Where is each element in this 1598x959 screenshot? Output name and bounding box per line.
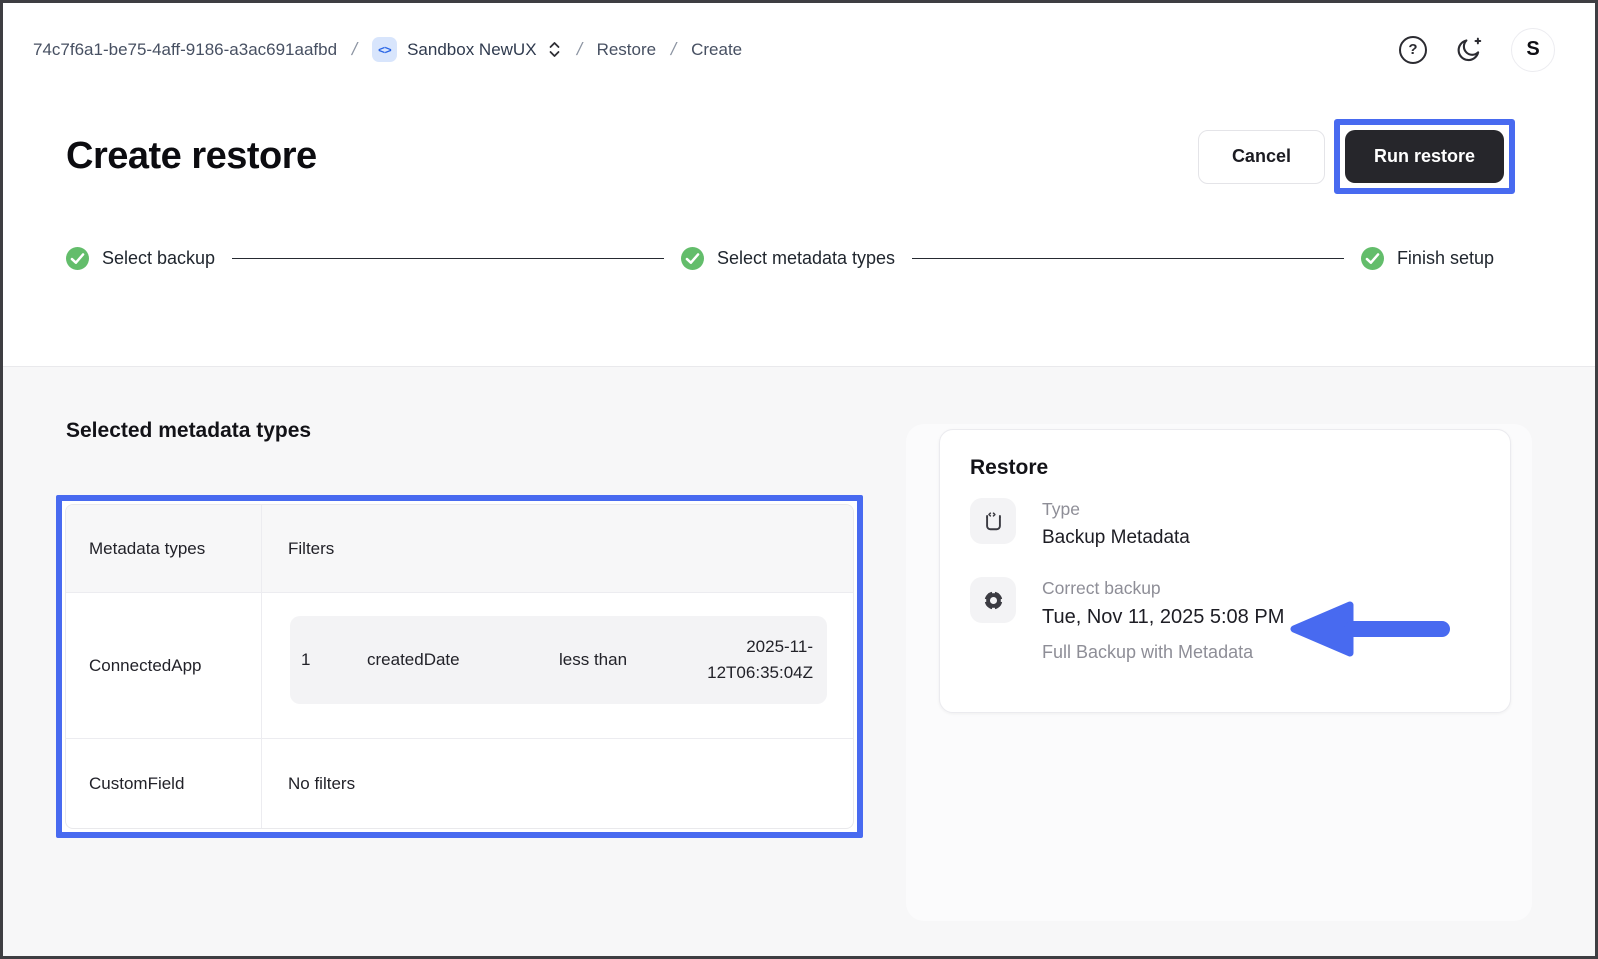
- annotation-arrow-icon: [1290, 601, 1450, 657]
- step-label: Select backup: [102, 248, 216, 268]
- check-circle-icon: [66, 247, 89, 270]
- topbar: 74c7f6a1-be75-4aff-9186-a3ac691aafbd / <…: [3, 3, 1595, 96]
- chevron-up-down-icon: [549, 42, 559, 57]
- table-header-row: Metadata types Filters: [66, 505, 853, 592]
- lifebuoy-icon: [970, 577, 1016, 623]
- stepper-connector: [912, 258, 1344, 259]
- environment-name: Sandbox NewUX: [407, 39, 537, 59]
- run-restore-highlight-box: Run restore: [1333, 119, 1515, 194]
- summary-item-text: Correct backup Tue, Nov 11, 2025 5:08 PM…: [1042, 577, 1284, 663]
- metadata-types-table: Metadata types Filters ConnectedApp 1 cr…: [65, 504, 854, 829]
- step-label: Select metadata types: [716, 248, 896, 268]
- table-row-connectedapp: ConnectedApp 1 createdDate less than 202…: [66, 592, 853, 738]
- column-header-metadata-types: Metadata types: [66, 505, 262, 592]
- check-circle-icon: [1360, 247, 1384, 270]
- filter-pill: 1 createdDate less than 2025-11-12T06:35…: [290, 616, 827, 704]
- main-content: Selected metadata types Metadata types F…: [3, 366, 1595, 956]
- summary-backup-value: Tue, Nov 11, 2025 5:08 PM: [1042, 606, 1285, 628]
- environment-selector[interactable]: <> Sandbox NewUX: [372, 37, 561, 62]
- metadata-type-cell: CustomField: [66, 739, 262, 828]
- summary-backup-label: Correct backup: [1042, 578, 1161, 598]
- breadcrumb-separator: /: [669, 39, 679, 59]
- filters-cell: 1 createdDate less than 2025-11-12T06:35…: [262, 593, 853, 738]
- metadata-box-icon: [970, 498, 1016, 544]
- filters-cell: No filters: [288, 773, 356, 793]
- wizard-stepper: Select backup Select metadata types Fini…: [66, 247, 1494, 270]
- step-select-metadata-types[interactable]: Select metadata types: [680, 247, 896, 270]
- dark-mode-toggle[interactable]: [1454, 35, 1484, 65]
- summary-item-text: Type Backup Metadata: [1042, 498, 1190, 549]
- table-row-customfield: CustomField No filters: [66, 738, 853, 828]
- breadcrumb-separator: /: [574, 39, 584, 59]
- restore-summary-card: Restore Type Backup Metadata Correct bac…: [939, 429, 1511, 713]
- step-select-backup[interactable]: Select backup: [66, 247, 215, 270]
- code-brackets-icon: <>: [372, 37, 398, 62]
- section-title: Selected metadata types: [66, 419, 312, 442]
- page-title: Create restore: [66, 135, 317, 177]
- filter-value: 2025-11-12T06:35:04Z: [707, 636, 813, 682]
- help-button[interactable]: ?: [1399, 35, 1427, 64]
- summary-item-type: Type Backup Metadata: [970, 498, 1480, 549]
- page-header: Create restore Cancel Run restore: [66, 119, 1515, 194]
- breadcrumb-restore[interactable]: Restore: [597, 40, 657, 60]
- topbar-actions: ? S: [1399, 27, 1555, 72]
- step-label: Finish setup: [1396, 248, 1494, 268]
- summary-backup-detail: Full Backup with Metadata: [1042, 642, 1254, 662]
- summary-card-title: Restore: [970, 456, 1049, 479]
- step-finish-setup[interactable]: Finish setup: [1360, 247, 1494, 270]
- filter-index: 1: [301, 650, 311, 669]
- column-header-filters: Filters: [288, 538, 335, 558]
- create-restore-page: 74c7f6a1-be75-4aff-9186-a3ac691aafbd / <…: [0, 0, 1598, 959]
- summary-type-label: Type: [1042, 499, 1080, 519]
- metadata-type-cell: ConnectedApp: [66, 593, 262, 738]
- header-actions: Cancel Run restore: [1197, 119, 1515, 194]
- filter-operator: less than: [559, 650, 628, 669]
- user-avatar[interactable]: S: [1511, 27, 1555, 72]
- help-icon: ?: [1399, 35, 1427, 64]
- moon-plus-icon: [1457, 37, 1482, 61]
- check-circle-icon: [680, 247, 704, 270]
- summary-type-value: Backup Metadata: [1042, 527, 1190, 548]
- metadata-table-highlight-box: Metadata types Filters ConnectedApp 1 cr…: [56, 495, 863, 838]
- run-restore-button[interactable]: Run restore: [1344, 130, 1504, 183]
- breadcrumb-org-id[interactable]: 74c7f6a1-be75-4aff-9186-a3ac691aafbd: [33, 40, 337, 60]
- filter-field: createdDate: [367, 650, 460, 669]
- cancel-button[interactable]: Cancel: [1197, 129, 1325, 184]
- breadcrumb: 74c7f6a1-be75-4aff-9186-a3ac691aafbd / <…: [33, 37, 742, 62]
- breadcrumb-separator: /: [350, 39, 360, 59]
- breadcrumb-create: Create: [691, 39, 743, 59]
- stepper-connector: [232, 258, 664, 259]
